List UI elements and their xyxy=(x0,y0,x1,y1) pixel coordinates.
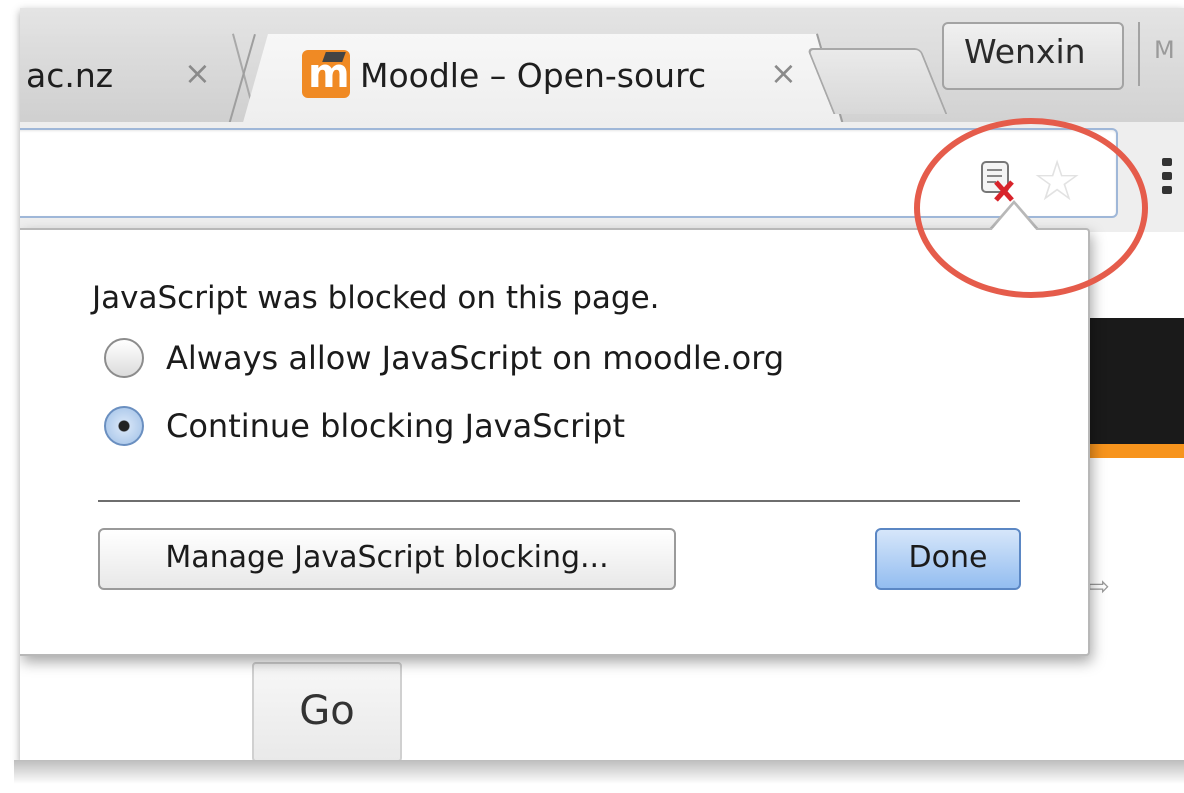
done-button-label: Done xyxy=(908,540,988,575)
manage-button-label: Manage JavaScript blocking... xyxy=(165,540,609,575)
window-control-label: M xyxy=(1154,36,1175,64)
go-button[interactable]: Go xyxy=(252,662,402,762)
tab-strip: ac.nz × m Moodle – Open-sourc × Wenxin M xyxy=(20,8,1184,126)
tab-background-site[interactable]: ac.nz × xyxy=(20,33,258,124)
tab-title: ac.nz xyxy=(26,56,114,95)
frame-shadow xyxy=(14,760,1184,784)
window-control[interactable]: M xyxy=(1138,22,1184,86)
radio-label: Always allow JavaScript on moodle.org xyxy=(166,339,785,377)
tab-close-icon[interactable]: × xyxy=(770,54,797,92)
tab-title: Moodle – Open-sourc xyxy=(360,56,707,95)
arrow-icon: ⇨ xyxy=(1088,572,1110,602)
radio-button-selected[interactable] xyxy=(104,406,144,446)
tab-moodle[interactable]: m Moodle – Open-sourc × xyxy=(228,33,844,126)
javascript-blocked-popup: JavaScript was blocked on this page. Alw… xyxy=(20,228,1090,656)
profile-name: Wenxin xyxy=(964,32,1086,71)
new-tab-shape xyxy=(806,48,948,114)
menu-icon[interactable] xyxy=(1162,158,1176,198)
radio-label: Continue blocking JavaScript xyxy=(166,407,626,445)
moodle-favicon-icon: m xyxy=(302,50,350,98)
divider xyxy=(98,500,1020,502)
manage-javascript-blocking-button[interactable]: Manage JavaScript blocking... xyxy=(98,528,676,590)
done-button[interactable]: Done xyxy=(875,528,1021,590)
annotation-highlight-circle xyxy=(914,118,1148,298)
new-tab-button[interactable] xyxy=(806,48,948,114)
tab-close-icon[interactable]: × xyxy=(184,54,211,92)
profile-button[interactable]: Wenxin xyxy=(942,22,1124,90)
browser-window: ac.nz × m Moodle – Open-sourc × Wenxin M xyxy=(20,8,1184,763)
popup-title: JavaScript was blocked on this page. xyxy=(92,280,660,316)
go-button-label: Go xyxy=(299,688,355,734)
radio-button[interactable] xyxy=(104,338,144,378)
